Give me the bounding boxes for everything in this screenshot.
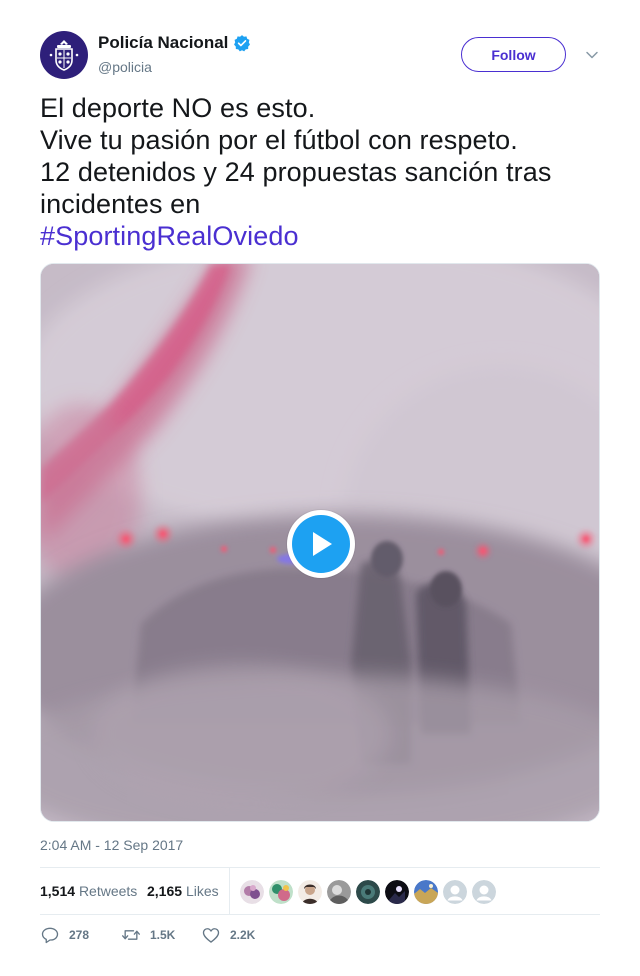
follow-button[interactable]: Follow bbox=[461, 37, 566, 72]
default-avatar-icon[interactable] bbox=[443, 880, 467, 904]
retweets-count: 1,514 bbox=[40, 883, 76, 899]
liker-avatar[interactable] bbox=[385, 880, 409, 904]
chevron-down-icon[interactable] bbox=[584, 47, 600, 63]
likes-count: 2,165 bbox=[147, 883, 183, 899]
liker-avatar[interactable] bbox=[414, 880, 438, 904]
heart-icon bbox=[202, 928, 220, 943]
retweet-icon bbox=[122, 930, 140, 940]
reply-icon bbox=[41, 927, 59, 944]
tweet-timestamp[interactable]: 2:04 AM - 12 Sep 2017 bbox=[40, 837, 183, 853]
avatar[interactable] bbox=[40, 31, 88, 79]
retweets-label: Retweets bbox=[78, 883, 138, 899]
tweet-actions: 278 1.5K 2.2K bbox=[40, 925, 600, 949]
user-handle[interactable]: @policia bbox=[98, 59, 152, 75]
tweet-line: incidentes en bbox=[40, 189, 201, 219]
tweet-text: El deporte NO es esto. Vive tu pasión po… bbox=[40, 92, 600, 252]
reply-count: 278 bbox=[69, 928, 90, 942]
liker-avatar[interactable] bbox=[298, 880, 322, 904]
tweet-line: Vive tu pasión por el fútbol con respeto… bbox=[40, 125, 518, 155]
video-player[interactable] bbox=[40, 263, 600, 822]
play-icon bbox=[313, 532, 332, 556]
reply-action[interactable]: 278 bbox=[40, 925, 89, 945]
liker-avatar[interactable] bbox=[327, 880, 351, 904]
tweet-header: Policía Nacional @policia Follow bbox=[40, 31, 600, 81]
display-name-text: Policía Nacional bbox=[98, 33, 229, 52]
retweets-stat[interactable]: 1,514 Retweets bbox=[40, 883, 137, 899]
likes-label: Likes bbox=[185, 883, 219, 899]
display-name[interactable]: Policía Nacional bbox=[98, 33, 251, 53]
verified-badge-icon bbox=[234, 35, 251, 52]
likes-stat[interactable]: 2,165 Likes bbox=[147, 883, 219, 899]
retweet-action[interactable]: 1.5K bbox=[121, 925, 175, 945]
like-count: 2.2K bbox=[230, 928, 256, 942]
tweet-line: El deporte NO es esto. bbox=[40, 93, 316, 123]
likers-avatars bbox=[240, 880, 496, 904]
hashtag-link[interactable]: #SportingRealOviedo bbox=[40, 220, 600, 252]
default-avatar-icon[interactable] bbox=[472, 880, 496, 904]
police-crest-icon bbox=[49, 40, 79, 71]
tweet-stats: 1,514 Retweets 2,165 Likes bbox=[40, 867, 600, 915]
like-action[interactable]: 2.2K bbox=[201, 925, 255, 945]
retweet-count: 1.5K bbox=[150, 928, 176, 942]
liker-avatar[interactable] bbox=[269, 880, 293, 904]
play-button-inner bbox=[292, 515, 350, 573]
tweet-line: 12 detenidos y 24 propuestas sanción tra… bbox=[40, 157, 552, 187]
liker-avatar[interactable] bbox=[240, 880, 264, 904]
stats-divider bbox=[229, 868, 230, 915]
liker-avatar[interactable] bbox=[356, 880, 380, 904]
play-button[interactable] bbox=[287, 510, 355, 578]
